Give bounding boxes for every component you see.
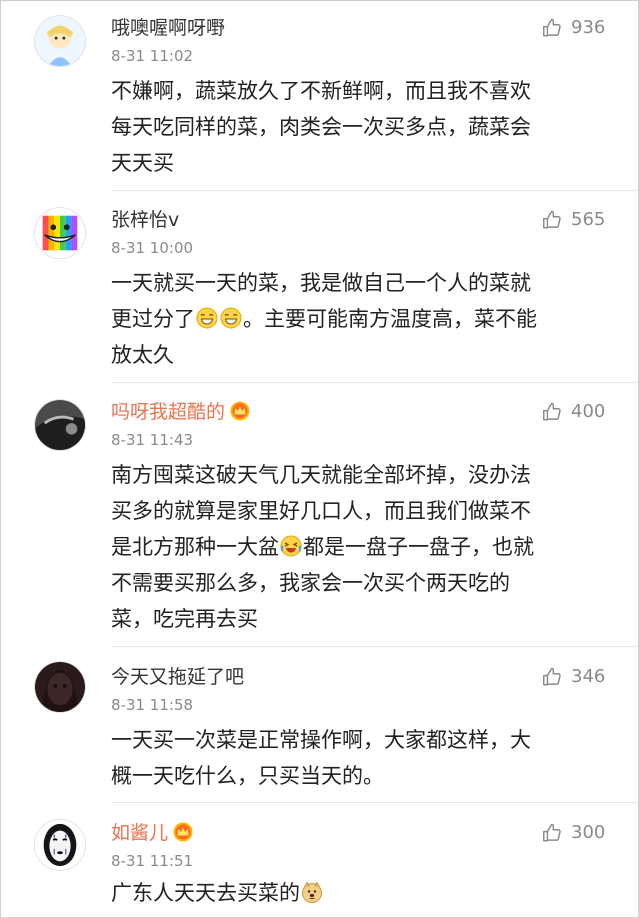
thumbs-up-icon <box>541 666 563 688</box>
text-line: 买多的就算是家里好几口人，而且我们做菜不 <box>111 499 531 523</box>
text-line: 是北方那种一大盆 都是一盘子一盘子，也就 <box>111 535 534 559</box>
avatar-image <box>35 16 85 66</box>
thumbs-up-icon <box>541 17 563 39</box>
text-line: 一天买一次菜是正常操作啊，大家都这样，大 <box>111 728 531 752</box>
like-count: 400 <box>571 401 606 422</box>
text-line: 不需要买那么多，我家会一次买个两天吃的 <box>111 571 510 595</box>
text-line: 一天就买一天的菜，我是做自己一个人的菜就 <box>111 271 531 295</box>
username[interactable]: 张梓怡v <box>111 208 179 232</box>
timestamp: 8-31 11:58 <box>111 696 194 714</box>
avatar[interactable] <box>34 15 86 67</box>
grinning-face-icon <box>220 307 242 329</box>
comment-text: 一天买一次菜是正常操作啊，大家都这样，大 概一天吃什么，只买当天的。 <box>111 722 611 794</box>
username[interactable]: 哦噢喔啊呀嘢 <box>111 16 225 40</box>
timestamp: 8-31 11:43 <box>111 431 194 449</box>
comment-text: 广东人天天去买菜的 <box>111 875 611 911</box>
text-line: 南方囤菜这破天气几天就能全部坏掉，没办法 <box>111 463 531 487</box>
avatar[interactable] <box>34 819 86 871</box>
like-button[interactable]: 936 <box>541 16 605 40</box>
timestamp: 8-31 10:00 <box>111 239 194 257</box>
text-line: 每天吃同样的菜，肉类会一次买多点，蔬菜会 <box>111 115 531 139</box>
thumbs-up-icon <box>541 209 563 231</box>
comment-text: 不嫌啊，蔬菜放久了不新鲜啊，而且我不喜欢 每天吃同样的菜，肉类会一次买多点，蔬菜… <box>111 73 611 181</box>
comment-text: 一天就买一天的菜，我是做自己一个人的菜就 更过分了 。主要可能南方温度高，菜不能 … <box>111 265 611 373</box>
username[interactable]: 今天又拖延了吧 <box>111 665 244 689</box>
text-line: 不嫌啊，蔬菜放久了不新鲜啊，而且我不喜欢 <box>111 79 531 103</box>
thumbs-up-icon <box>541 401 563 423</box>
like-count: 300 <box>571 822 606 843</box>
avatar-image <box>35 820 85 870</box>
laughing-crying-face-icon <box>280 535 302 557</box>
comments-list: 哦噢喔啊呀嘢 8-31 11:02 936 不嫌啊，蔬菜放久了不新鲜啊，而且我不… <box>0 0 639 918</box>
text-line: 天天买 <box>111 151 174 175</box>
like-button[interactable]: 346 <box>541 665 605 689</box>
text-line: 更过分了 。主要可能南方温度高，菜不能 <box>111 307 537 331</box>
avatar-image <box>35 400 85 450</box>
divider <box>111 802 638 803</box>
avatar-image <box>35 208 85 258</box>
like-button[interactable]: 300 <box>541 821 605 845</box>
divider <box>111 190 638 191</box>
text-line: 广东人天天去买菜的 <box>111 875 611 911</box>
like-button[interactable]: 565 <box>541 208 605 232</box>
like-button[interactable]: 400 <box>541 400 605 424</box>
timestamp: 8-31 11:02 <box>111 47 194 65</box>
crown-badge-icon <box>229 401 251 421</box>
doge-face-icon <box>301 881 323 903</box>
username[interactable]: 吗呀我超酷的 <box>111 400 251 424</box>
username[interactable]: 如酱儿 <box>111 821 194 845</box>
avatar[interactable] <box>34 399 86 451</box>
avatar[interactable] <box>34 661 86 713</box>
crown-badge-icon <box>172 822 194 842</box>
text-line: 菜，吃完再去买 <box>111 607 258 631</box>
divider <box>111 646 638 647</box>
divider <box>111 382 638 383</box>
like-count: 346 <box>571 666 606 687</box>
text-line: 概一天吃什么，只买当天的。 <box>111 764 384 788</box>
timestamp: 8-31 11:51 <box>111 852 194 870</box>
avatar-image <box>35 662 85 712</box>
avatar[interactable] <box>34 207 86 259</box>
like-count: 565 <box>571 209 606 230</box>
grinning-face-icon <box>196 307 218 329</box>
text-line: 放太久 <box>111 343 174 367</box>
comment-text: 南方囤菜这破天气几天就能全部坏掉，没办法 买多的就算是家里好几口人，而且我们做菜… <box>111 457 611 637</box>
like-count: 936 <box>571 17 606 38</box>
thumbs-up-icon <box>541 822 563 844</box>
